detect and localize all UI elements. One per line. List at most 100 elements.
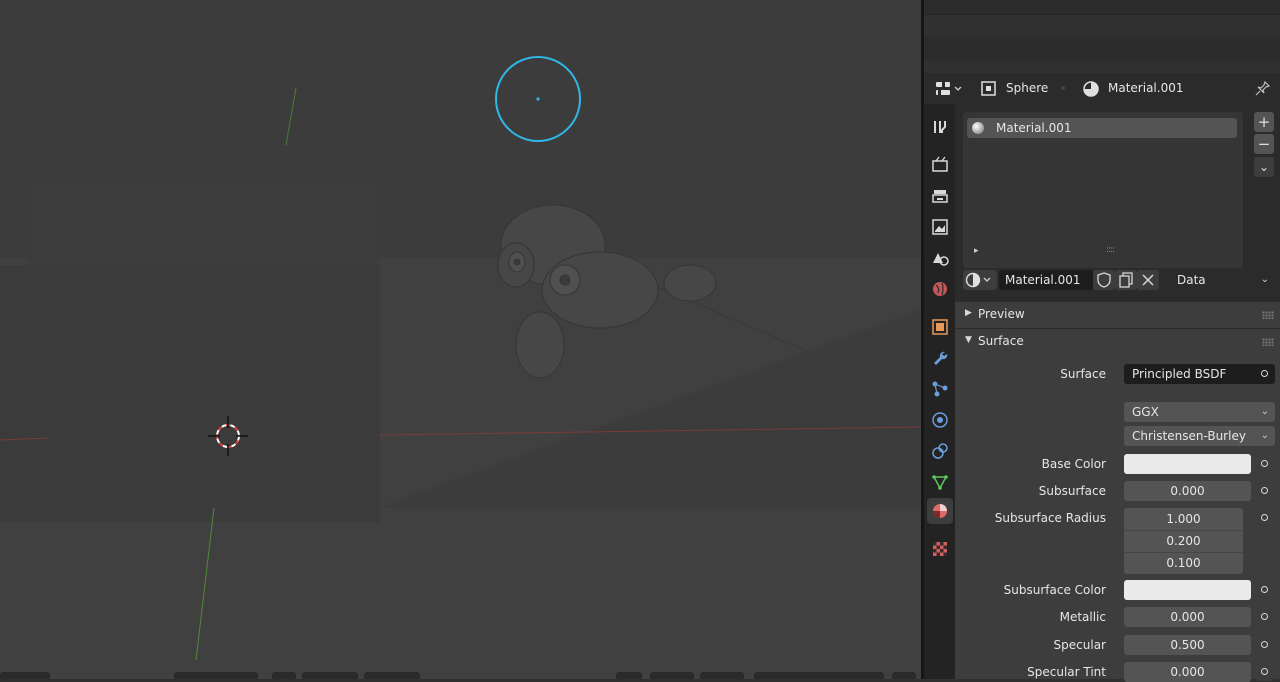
material-slot-list[interactable]: Material.001 ▸ ::::: [963, 112, 1243, 268]
3d-cursor: [208, 416, 248, 456]
surface-shader-field[interactable]: Principled BSDF: [1124, 364, 1275, 384]
material-preview-icon: [972, 122, 984, 134]
subsurface-method-value: Christensen-Burley: [1132, 429, 1246, 443]
metallic-socket-icon[interactable]: [1256, 608, 1273, 626]
constraints-icon: [932, 443, 948, 459]
tab-physics[interactable]: [927, 407, 953, 433]
surface-panel-header[interactable]: ▼ Surface: [955, 329, 1280, 355]
tab-object[interactable]: [927, 314, 953, 340]
specular-tint-label: Specular Tint: [1027, 665, 1106, 679]
view-layer-icon: [932, 219, 948, 235]
editor-type-button[interactable]: [932, 79, 966, 99]
tab-texture[interactable]: [927, 536, 953, 562]
tab-material[interactable]: [927, 498, 953, 524]
chevron-down-icon: ⌄: [1260, 430, 1269, 441]
subsurface-radius-vector: 1.000 0.200 0.100: [1124, 508, 1243, 574]
subsurface-field[interactable]: 0.000: [1124, 481, 1251, 501]
specular-tint-socket-icon[interactable]: [1256, 663, 1273, 681]
metallic-field[interactable]: 0.000: [1124, 607, 1251, 627]
toolbar-chip[interactable]: [0, 672, 50, 679]
output-icon: [932, 190, 948, 203]
outliner-strip: [924, 0, 1280, 73]
subsurface-radius-z-field[interactable]: 0.100: [1124, 552, 1243, 574]
subsurface-socket-icon[interactable]: [1256, 482, 1273, 500]
browse-material-button[interactable]: [963, 270, 997, 290]
metallic-label: Metallic: [1059, 610, 1106, 624]
toolbar-chip[interactable]: [616, 672, 642, 679]
material-properties: Material.001 ▸ :::: + − ⌄ Material.001 D…: [955, 104, 1280, 682]
list-resize-grip[interactable]: ::::: [1106, 245, 1115, 255]
toolbar-chip[interactable]: [174, 672, 258, 679]
tab-output[interactable]: [927, 183, 953, 209]
tab-data[interactable]: [927, 469, 953, 495]
shield-icon: [1097, 272, 1111, 288]
base-color-swatch[interactable]: [1124, 454, 1251, 474]
material-name-field[interactable]: Material.001: [999, 270, 1093, 290]
subsurface-radius-label: Subsurface Radius: [994, 511, 1106, 525]
toolbar-chip[interactable]: [892, 672, 916, 679]
panel-drag-grip[interactable]: [1262, 338, 1274, 346]
checker-texture-icon: [933, 542, 947, 556]
outliner-row: [924, 0, 1280, 15]
list-expand-toggle[interactable]: ▸: [974, 246, 979, 256]
chevron-down-icon: ⌄: [1260, 406, 1269, 417]
subsurface-radius-socket-icon[interactable]: [1256, 509, 1273, 527]
tab-modifiers[interactable]: [927, 345, 953, 371]
particles-icon: [932, 381, 948, 397]
y-axis-line-top: [285, 87, 297, 146]
tab-view-layer[interactable]: [927, 214, 953, 240]
duplicate-material-button[interactable]: [1115, 270, 1137, 290]
material-slot-item[interactable]: Material.001: [967, 118, 1237, 138]
chevron-down-icon: ⌄: [1260, 274, 1269, 285]
subsurface-method-dropdown[interactable]: Christensen-Burley ⌄: [1124, 426, 1275, 446]
subsurface-label: Subsurface: [1038, 484, 1106, 498]
material-tab-icon: [933, 504, 947, 518]
tab-particles[interactable]: [927, 376, 953, 402]
3d-viewport[interactable]: [0, 0, 921, 679]
fake-user-button[interactable]: [1093, 270, 1115, 290]
material-name: Material.001: [1108, 81, 1184, 95]
material-icon: [1082, 79, 1100, 99]
subsurface-radius-y-field[interactable]: 0.200: [1124, 530, 1243, 553]
close-icon: [1142, 274, 1154, 286]
y-axis-line-bottom: [195, 507, 215, 661]
unlink-material-button[interactable]: [1137, 270, 1159, 290]
slot-specials-button[interactable]: ⌄: [1254, 157, 1274, 177]
toolbar-chip[interactable]: [364, 672, 420, 679]
selected-light-origin: [536, 97, 540, 101]
toolbar-chip[interactable]: [650, 672, 694, 679]
viewport-bottom-toolbar: [0, 669, 921, 679]
breadcrumb-separator: [1061, 86, 1065, 90]
link-dropdown[interactable]: Data ⌄: [1169, 270, 1275, 290]
specular-tint-field[interactable]: 0.000: [1124, 662, 1251, 682]
toolbar-chip[interactable]: [302, 672, 358, 679]
physics-icon: [932, 412, 948, 428]
tab-constraints[interactable]: [927, 438, 953, 464]
toolbar-chip[interactable]: [754, 672, 884, 679]
preview-panel-header[interactable]: ▶ Preview: [955, 302, 1280, 328]
distribution-dropdown[interactable]: GGX ⌄: [1124, 402, 1275, 422]
subsurface-color-socket-icon[interactable]: [1256, 581, 1273, 599]
x-axis-line-left: [0, 437, 49, 441]
wrench-icon: [934, 351, 948, 365]
remove-slot-button[interactable]: −: [1254, 134, 1274, 154]
subsurface-color-swatch[interactable]: [1124, 580, 1251, 600]
toolbar-chip[interactable]: [700, 672, 744, 679]
add-slot-button[interactable]: +: [1254, 112, 1274, 132]
tab-world[interactable]: [927, 276, 953, 302]
tab-scene[interactable]: [927, 245, 953, 271]
panel-drag-grip[interactable]: [1262, 311, 1274, 319]
base-color-socket-icon[interactable]: [1256, 455, 1273, 473]
pin-icon[interactable]: [1254, 79, 1272, 99]
toolbar-chip[interactable]: [272, 672, 296, 679]
surface-socket-icon[interactable]: [1256, 365, 1273, 383]
distribution-value: GGX: [1132, 405, 1159, 419]
subsurface-radius-x-field[interactable]: 1.000: [1124, 508, 1243, 531]
specular-socket-icon[interactable]: [1256, 636, 1273, 654]
tab-render[interactable]: [927, 152, 953, 178]
specular-field[interactable]: 0.500: [1124, 635, 1251, 655]
object-icon: [980, 79, 998, 99]
tab-tool[interactable]: [927, 114, 953, 140]
object-tab-icon: [932, 319, 948, 335]
suzanne-monkey: [497, 204, 717, 379]
